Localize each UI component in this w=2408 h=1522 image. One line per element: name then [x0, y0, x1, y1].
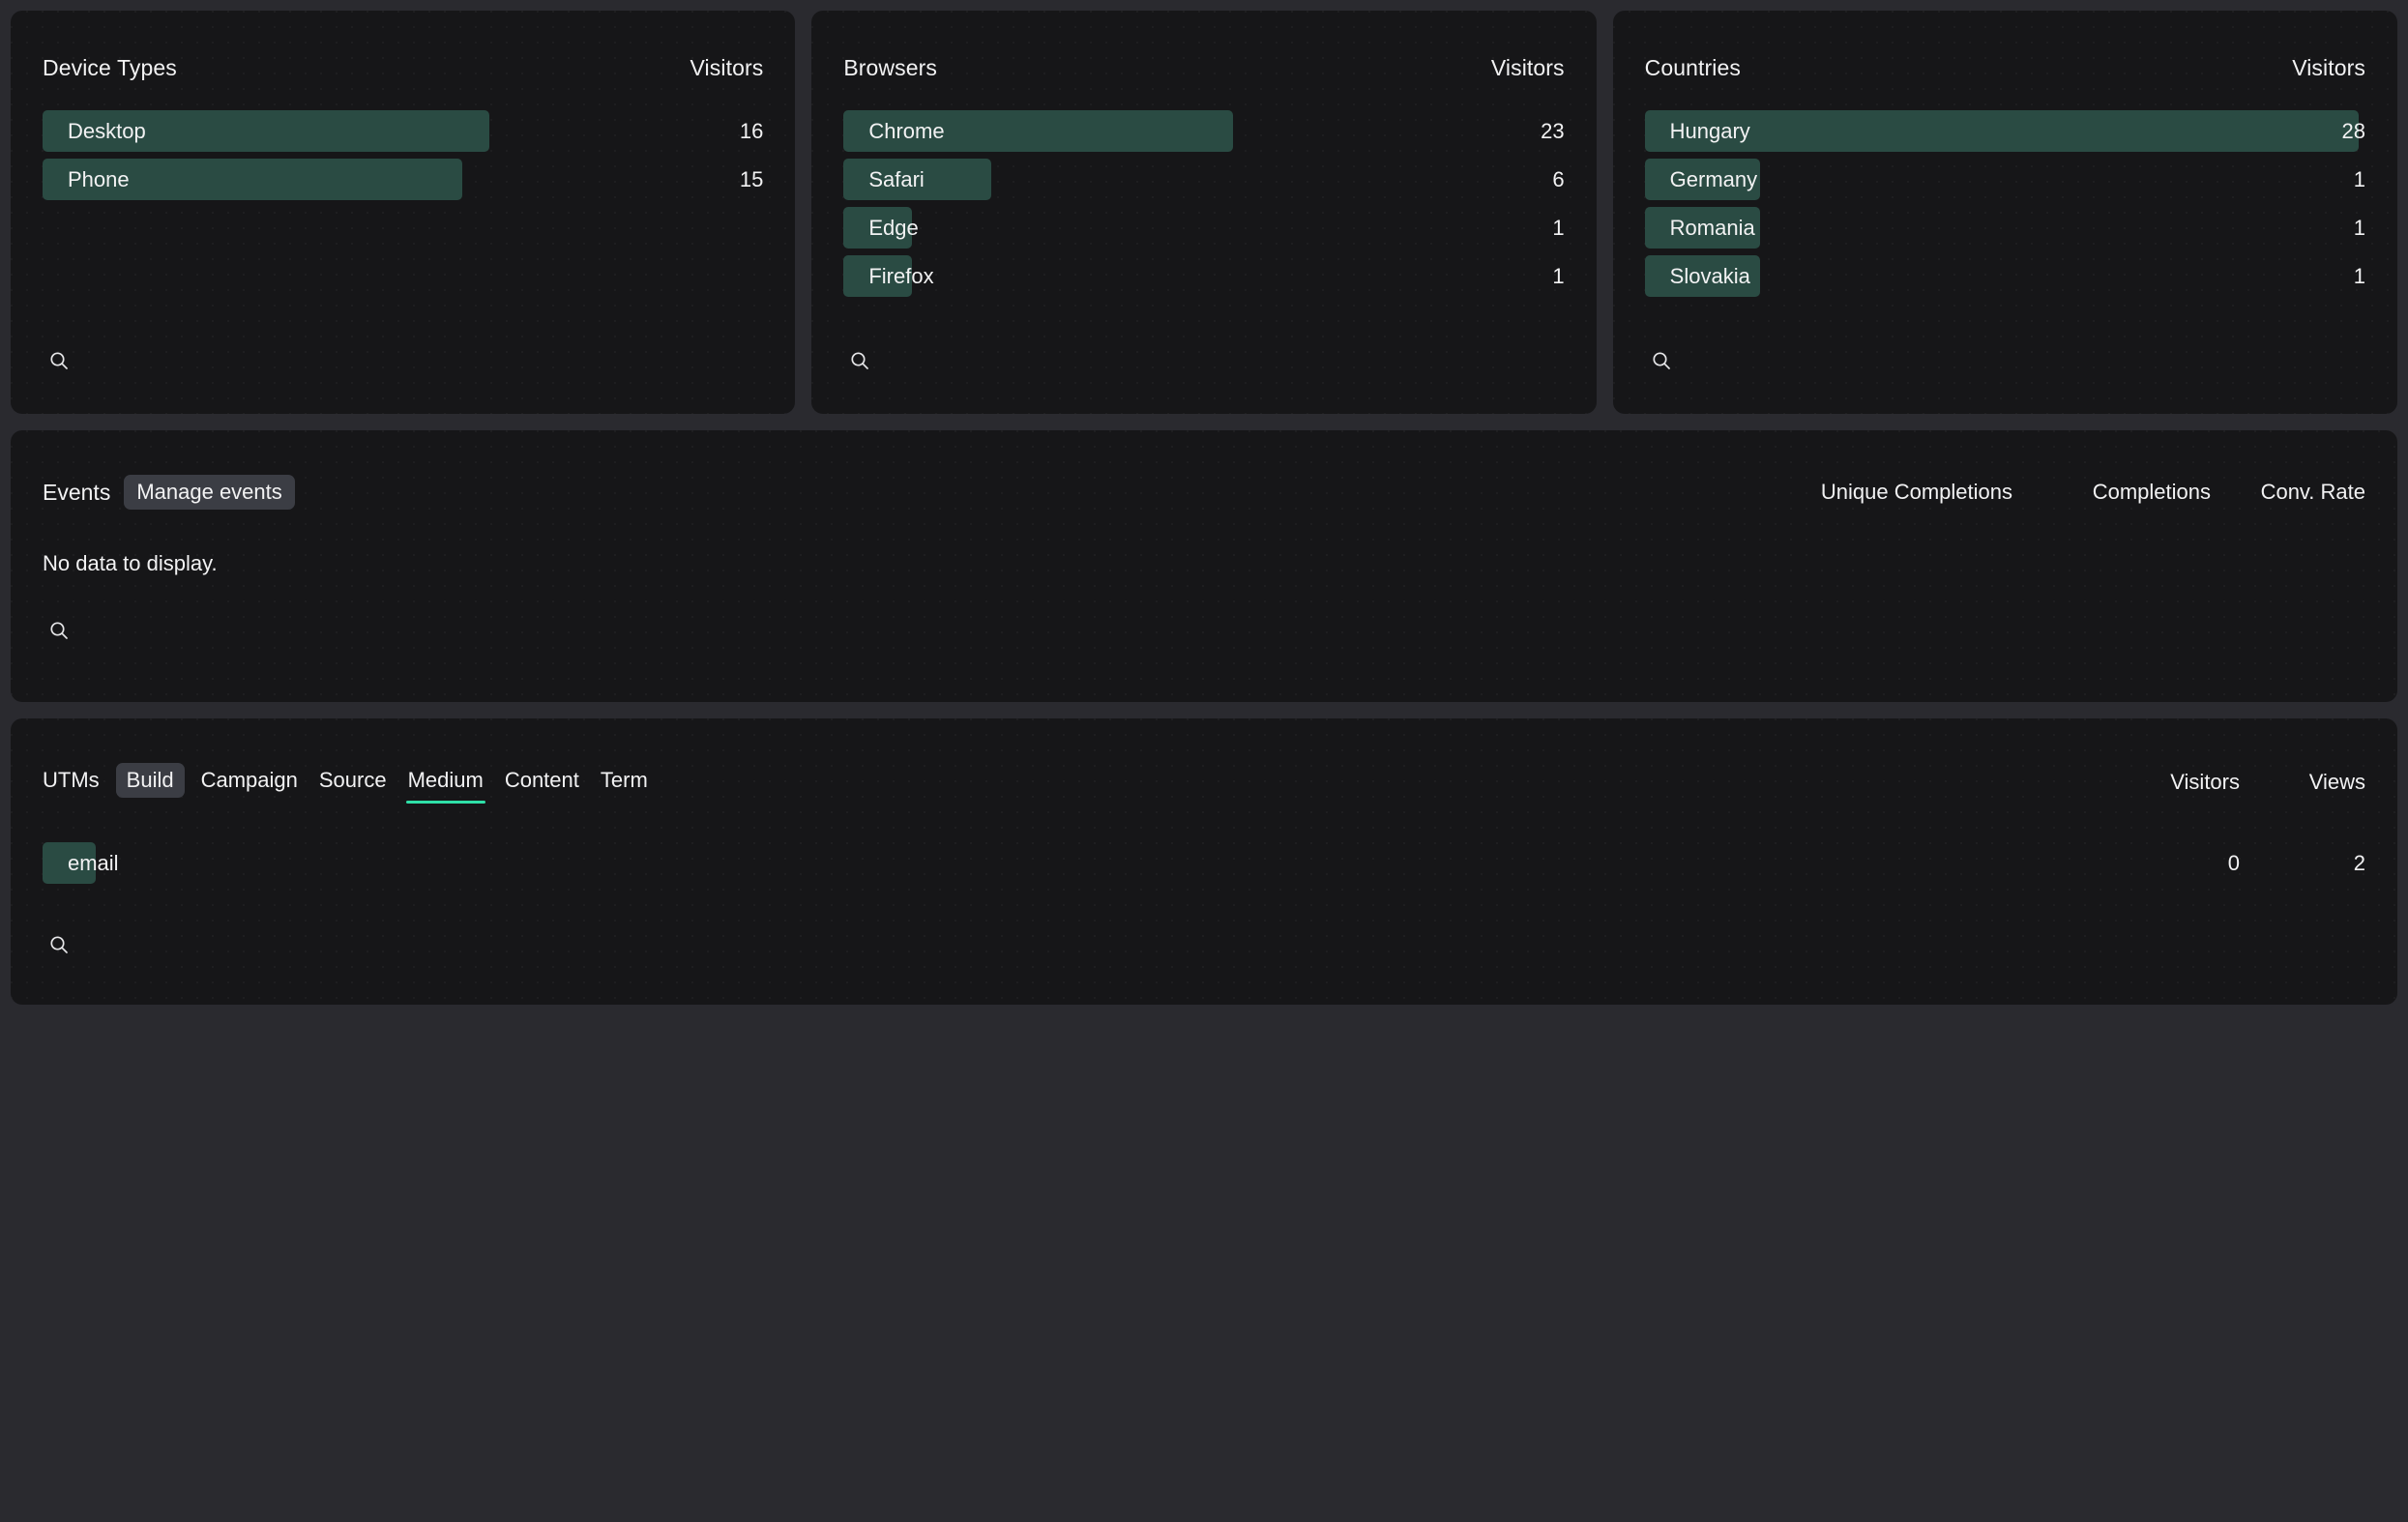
tab-medium[interactable]: Medium: [403, 764, 488, 804]
panel-metric-header: Visitors: [1490, 55, 1565, 80]
bar-value: 23: [1541, 119, 1565, 143]
table-row[interactable]: Romania 1: [1644, 207, 2365, 249]
bar-label: Phone: [68, 166, 130, 191]
table-row[interactable]: Safari 6: [843, 159, 1565, 200]
panel-countries: Countries Visitors Hungary 28 Germany 1: [1612, 11, 2397, 414]
events-columns: Unique Completions Completions Conv. Rat…: [1777, 480, 2365, 505]
search-icon[interactable]: [843, 344, 876, 377]
tab-campaign[interactable]: Campaign: [196, 764, 303, 797]
column-header-unique-completions: Unique Completions: [1820, 480, 2012, 504]
column-header-views: Views: [2308, 770, 2365, 794]
panel-utms: UTMs Build Campaign Source Medium Conten…: [11, 718, 2397, 1005]
events-header: Events Manage events Unique Completions …: [43, 475, 2365, 510]
page-title: Events: [43, 479, 111, 505]
search-icon[interactable]: [43, 614, 75, 647]
panel-metric-header: Visitors: [690, 55, 764, 80]
panel-header: Countries Visitors: [1645, 55, 2365, 81]
bar-label: Edge: [868, 215, 919, 240]
table-row[interactable]: email 0 2: [43, 842, 2365, 884]
panel-title: Countries: [1644, 55, 1741, 80]
table-row[interactable]: Desktop 16: [43, 110, 763, 152]
cell-visitors: 0: [2227, 850, 2240, 875]
search-icon[interactable]: [43, 344, 75, 377]
cell-views: 2: [2353, 850, 2365, 875]
bar-value: 1: [1552, 216, 1565, 240]
table-row[interactable]: Hungary 28: [1644, 110, 2365, 152]
bar-label: Slovakia: [1669, 263, 1750, 288]
panel-inner: UTMs Build Campaign Source Medium Conten…: [11, 718, 2397, 1005]
bar-label: Germany: [1669, 166, 1758, 191]
bar-list: Desktop 16 Phone 15: [43, 110, 763, 207]
bar-list: Hungary 28 Germany 1 Romania 1 Slovakia …: [1644, 110, 2365, 304]
table-row[interactable]: Phone 15: [43, 159, 763, 200]
empty-state-message: No data to display.: [43, 551, 218, 575]
panel-events: Events Manage events Unique Completions …: [11, 430, 2397, 702]
panel-inner: Device Types Visitors Desktop 16 Phone 1…: [11, 11, 795, 414]
panel-inner: Countries Visitors Hungary 28 Germany 1: [1613, 11, 2397, 414]
bar-label: Safari: [868, 166, 925, 191]
bar-value: 15: [739, 167, 764, 191]
bar-label: email: [68, 850, 119, 875]
bar-label: Firefox: [868, 263, 934, 288]
bar-label: Romania: [1669, 215, 1755, 240]
bar-label: Hungary: [1669, 118, 1750, 143]
table-row[interactable]: Slovakia 1: [1644, 255, 2365, 297]
search-icon[interactable]: [43, 928, 75, 961]
stat-panels-row: Device Types Visitors Desktop 16 Phone 1…: [11, 11, 2397, 414]
bar-value: 16: [739, 119, 764, 143]
table-row[interactable]: Edge 1: [843, 207, 1565, 249]
bar-fill: [1644, 110, 2359, 152]
column-header-visitors: Visitors: [2170, 770, 2240, 794]
tab-term[interactable]: Term: [596, 764, 653, 797]
panel-device-types: Device Types Visitors Desktop 16 Phone 1…: [11, 11, 796, 414]
tab-source[interactable]: Source: [314, 764, 392, 797]
table-row[interactable]: Germany 1: [1644, 159, 2365, 200]
utm-columns: Visitors Views: [2085, 763, 2365, 795]
utm-tabs: UTMs Build Campaign Source Medium Conten…: [43, 763, 653, 804]
bar-value: 1: [2353, 264, 2365, 288]
column-header-conv-rate: Conv. Rate: [2260, 480, 2365, 504]
bar-value: 6: [1552, 167, 1565, 191]
bar-value: 28: [2341, 119, 2365, 143]
row-values: 0 2: [2085, 842, 2365, 884]
panel-browsers: Browsers Visitors Chrome 23 Safari 6 Edg…: [811, 11, 1597, 414]
utm-header: UTMs Build Campaign Source Medium Conten…: [43, 763, 2365, 804]
column-header-completions: Completions: [2092, 480, 2211, 504]
tab-content[interactable]: Content: [500, 764, 584, 797]
panel-title: Browsers: [843, 55, 937, 80]
table-row[interactable]: Chrome 23: [843, 110, 1565, 152]
panel-inner: Events Manage events Unique Completions …: [11, 430, 2397, 702]
panel-title: Device Types: [43, 55, 177, 80]
panel-header: Device Types Visitors: [43, 55, 763, 81]
dashboard-page: Device Types Visitors Desktop 16 Phone 1…: [0, 0, 2408, 1522]
bar-value: 1: [1552, 264, 1565, 288]
manage-events-button[interactable]: Manage events: [124, 475, 295, 510]
tab-build[interactable]: Build: [115, 763, 185, 798]
bar-label: Desktop: [68, 118, 146, 143]
search-icon[interactable]: [1645, 344, 1678, 377]
bar-value: 1: [2353, 216, 2365, 240]
bar-list: Chrome 23 Safari 6 Edge 1 Firefox 1: [843, 110, 1565, 304]
utm-section-label: UTMs: [43, 768, 100, 792]
utm-row-list: email 0 2: [43, 842, 2365, 884]
bar-label: Chrome: [868, 118, 945, 143]
events-header-left: Events Manage events: [43, 475, 295, 510]
panel-header: Browsers Visitors: [843, 55, 1564, 81]
panel-inner: Browsers Visitors Chrome 23 Safari 6 Edg…: [811, 11, 1596, 414]
table-row[interactable]: Firefox 1: [843, 255, 1565, 297]
panel-metric-header: Visitors: [2292, 55, 2365, 80]
bar-value: 1: [2353, 167, 2365, 191]
